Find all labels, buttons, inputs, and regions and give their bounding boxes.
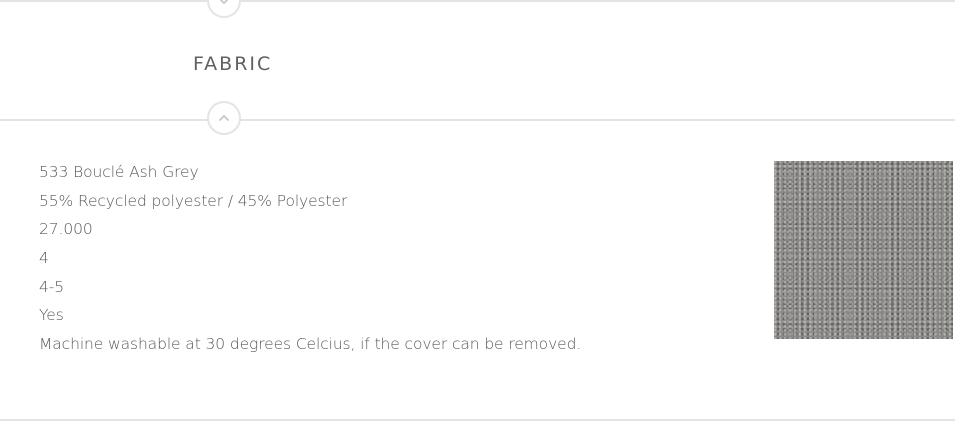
bottom-divider xyxy=(0,419,955,421)
fabric-care-instructions: Machine washable at 30 degrees Celcius, … xyxy=(39,335,582,354)
fabric-removable-cover-value: Yes xyxy=(39,306,64,325)
fabric-spec-list: 533 Bouclé Ash Grey 55% Recycled polyest… xyxy=(39,158,581,359)
section-title: FABRIC xyxy=(193,53,273,75)
fabric-lightfastness-value: 4 xyxy=(39,249,49,268)
chevron-down-icon xyxy=(219,0,229,4)
fabric-swatch-image xyxy=(774,161,953,339)
section-divider xyxy=(0,119,955,121)
fabric-abrasion-value: 27.000 xyxy=(39,220,93,239)
expand-previous-section-button[interactable] xyxy=(207,0,241,18)
collapse-section-button[interactable] xyxy=(207,101,241,135)
top-divider xyxy=(0,0,955,2)
fabric-pilling-value: 4-5 xyxy=(39,277,65,296)
chevron-up-icon xyxy=(219,115,229,121)
fabric-name: 533 Bouclé Ash Grey xyxy=(39,163,199,181)
fabric-composition: 55% Recycled polyester / 45% Polyester xyxy=(39,191,348,210)
